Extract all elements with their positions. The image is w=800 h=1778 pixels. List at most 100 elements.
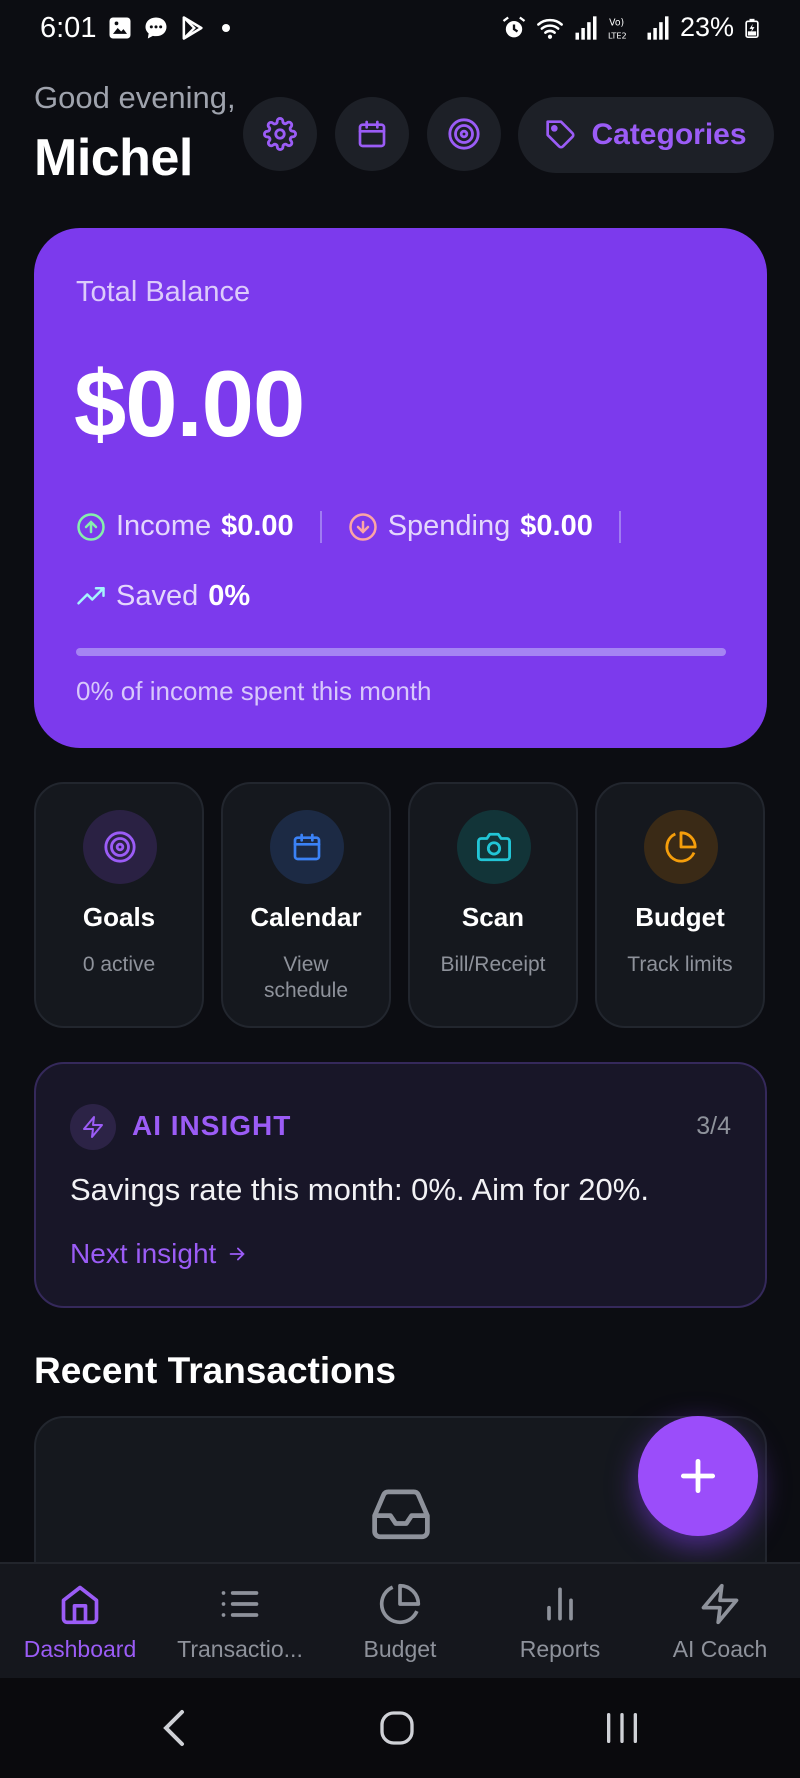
calendar-tile[interactable]: Calendar View schedule: [221, 782, 391, 1028]
tile-icon-wrap: [270, 810, 344, 884]
list-icon: [160, 1582, 320, 1626]
tile-subtitle: Track limits: [627, 953, 733, 976]
divider: [618, 510, 621, 543]
status-system-icons: Vo) LTE2 23%: [500, 12, 762, 43]
next-insight-link[interactable]: Next insight: [70, 1238, 248, 1270]
target-icon: [104, 831, 136, 863]
saved-label: Saved: [116, 580, 199, 612]
svg-text:LTE2: LTE2: [608, 30, 627, 40]
dot-icon: [222, 24, 230, 32]
ai-insight-card: AI INSIGHT 3/4 Savings rate this month: …: [34, 1062, 767, 1308]
tile-subtitle: View schedule: [263, 953, 349, 1002]
status-bar: 6:01 Vo) LTE2 23%: [0, 0, 800, 60]
arrow-down-circle-icon: [348, 512, 378, 542]
tile-icon-wrap: [83, 810, 157, 884]
arrow-up-circle-icon: [76, 512, 106, 542]
income-spending-row: Income $0.00 Spending $0.00: [76, 510, 647, 543]
recent-transactions-title: Recent Transactions: [34, 1350, 396, 1391]
recents-button[interactable]: [592, 1700, 652, 1756]
alarm-icon: [502, 16, 526, 37]
inbox-icon: [368, 1484, 434, 1547]
signal-icon: [575, 15, 597, 40]
calendar-icon: [293, 833, 321, 861]
gear-icon: [263, 117, 297, 151]
tag-icon: [546, 120, 576, 149]
nav-reports[interactable]: Reports: [480, 1564, 640, 1680]
bar-chart-icon: [480, 1582, 640, 1626]
plus-icon: [680, 1458, 716, 1494]
balance-card: Total Balance $0.00 Income $0.00 Spendin…: [34, 228, 767, 748]
categories-label: Categories: [591, 118, 747, 151]
categories-button[interactable]: Categories: [518, 97, 774, 173]
spending-label: Spending: [387, 510, 511, 542]
tile-subtitle: Bill/Receipt: [440, 953, 546, 976]
tile-icon-wrap: [644, 810, 718, 884]
home-icon: [0, 1582, 160, 1626]
goals-tile[interactable]: Goals 0 active: [34, 782, 204, 1028]
camera-icon: [477, 832, 511, 862]
insight-icon-wrap: [70, 1104, 116, 1150]
lightning-icon: [640, 1582, 800, 1626]
settings-button[interactable]: [243, 97, 317, 171]
greeting-text: Good evening,: [34, 80, 236, 115]
signal-icon: [647, 15, 669, 40]
home-circle-icon: [380, 1711, 414, 1745]
tile-title: Scan: [461, 902, 525, 932]
nav-label: Dashboard: [23, 1636, 137, 1662]
budget-tile[interactable]: Budget Track limits: [595, 782, 765, 1028]
svg-text:Vo): Vo): [609, 17, 624, 28]
calendar-button[interactable]: [335, 97, 409, 171]
nav-budget[interactable]: Budget: [320, 1564, 480, 1680]
image-icon: [109, 17, 131, 39]
nav-dashboard[interactable]: Dashboard: [0, 1564, 160, 1680]
lightning-icon: [83, 1116, 103, 1138]
wifi-icon: [537, 18, 563, 39]
saved-row: Saved 0%: [76, 580, 250, 613]
next-insight-label: Next insight: [70, 1238, 217, 1269]
income-value: $0.00: [221, 510, 294, 542]
user-name: Michel: [34, 129, 193, 187]
trending-up-icon: [76, 582, 106, 612]
tile-title: Goals: [82, 902, 156, 932]
nav-transactions[interactable]: Transactio...: [160, 1564, 320, 1680]
nav-label: Reports: [519, 1636, 601, 1662]
pie-chart-icon: [665, 831, 697, 863]
nav-label: Transactio...: [177, 1636, 303, 1662]
recents-icon: [607, 1712, 637, 1743]
system-nav-bar: [0, 1678, 800, 1778]
balance-label: Total Balance: [76, 276, 251, 308]
nav-ai-coach[interactable]: AI Coach: [640, 1564, 800, 1680]
play-store-icon: [182, 16, 203, 40]
balance-amount: $0.00: [74, 351, 305, 456]
bottom-nav: Dashboard Transactio... Budget Reports A…: [0, 1562, 800, 1678]
volte-icon: Vo) LTE2: [608, 17, 627, 40]
tile-title: Calendar: [250, 902, 362, 932]
target-icon: [448, 118, 480, 150]
calendar-icon: [358, 120, 386, 148]
spending-caption: 0% of income spent this month: [76, 676, 432, 706]
insight-text: Savings rate this month: 0%. Aim for 20%…: [70, 1172, 649, 1207]
tile-subtitle: 0 active: [82, 953, 156, 976]
nav-label: Budget: [363, 1636, 437, 1662]
tile-icon-wrap: [457, 810, 531, 884]
goals-button[interactable]: [427, 97, 501, 171]
chat-bubble-icon: [145, 17, 167, 39]
income-label: Income: [116, 510, 212, 542]
nav-label: AI Coach: [672, 1636, 768, 1662]
back-icon: [163, 1710, 184, 1746]
spending-value: $0.00: [520, 510, 593, 542]
tile-title: Budget: [635, 902, 725, 932]
insight-title: AI INSIGHT: [132, 1110, 292, 1141]
status-time: 6:01: [40, 12, 97, 44]
saved-value: 0%: [208, 580, 251, 612]
arrow-right-icon: [229, 1247, 246, 1261]
back-button[interactable]: [144, 1700, 204, 1756]
spending-progress-bar: [76, 648, 726, 656]
scan-tile[interactable]: Scan Bill/Receipt: [408, 782, 578, 1028]
pie-chart-icon: [320, 1582, 480, 1626]
home-button[interactable]: [367, 1700, 427, 1756]
divider: [319, 510, 322, 543]
status-notification-icons: [106, 14, 230, 42]
battery-charging-icon: [745, 18, 759, 38]
add-transaction-button[interactable]: [638, 1416, 758, 1536]
